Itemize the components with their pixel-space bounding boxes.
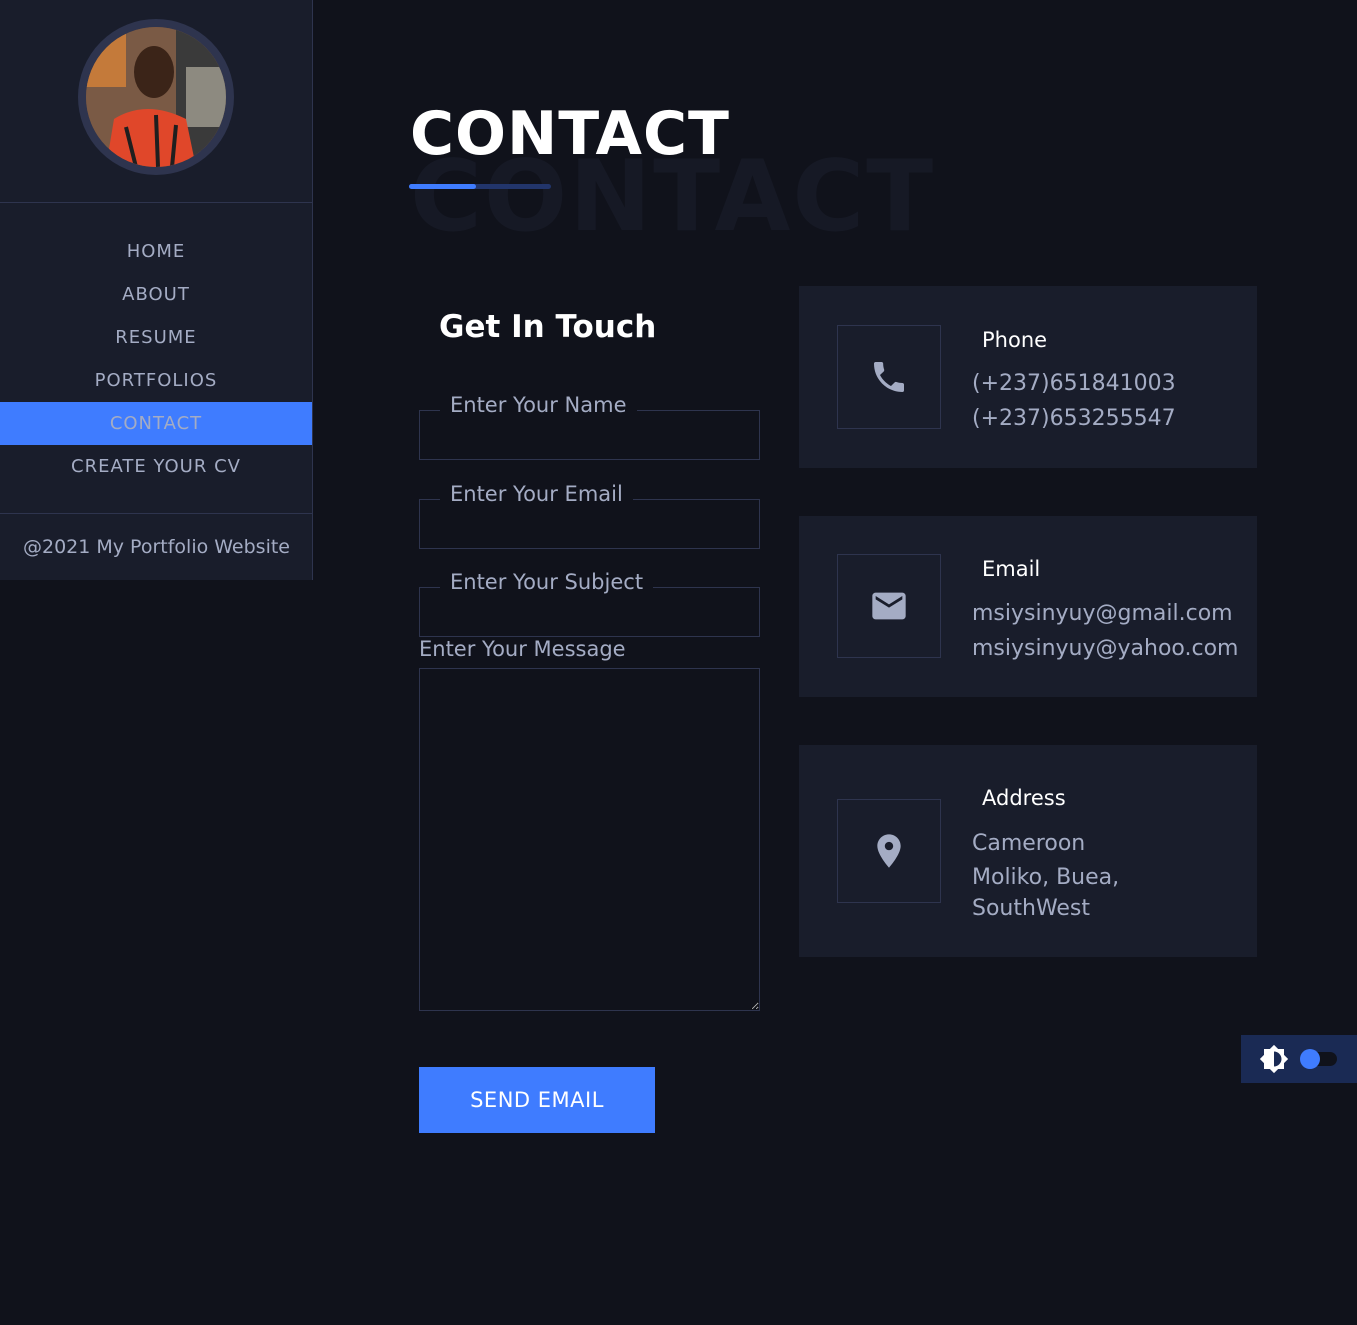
email-card: Email msiysinyuy@gmail.com msiysinyuy@ya… [799, 516, 1257, 697]
email-address[interactable]: msiysinyuy@yahoo.com [972, 636, 1238, 661]
address-card-title: Address [982, 786, 1066, 810]
subject-field[interactable]: Enter Your Subject [419, 570, 760, 637]
page-title: CONTACT [410, 99, 730, 169]
address-line: Cameroon [972, 831, 1086, 856]
phone-number: (+237)651841003 [972, 371, 1176, 396]
profile-header [0, 0, 312, 203]
email-field-label: Enter Your Email [440, 482, 633, 506]
address-line: Moliko, Buea, [972, 865, 1120, 890]
message-textarea[interactable] [419, 668, 760, 1011]
address-card: Address Cameroon Moliko, Buea, SouthWest [799, 745, 1257, 957]
address-line: SouthWest [972, 896, 1091, 921]
name-field-label: Enter Your Name [440, 393, 637, 417]
nav-item-resume[interactable]: Resume [0, 316, 312, 359]
nav-item-create-cv[interactable]: Create Your CV [0, 445, 312, 488]
send-email-button[interactable]: SEND EMAIL [419, 1067, 655, 1133]
subject-input[interactable] [420, 588, 759, 636]
phone-icon [837, 325, 941, 429]
message-field-label: Enter Your Message [419, 637, 626, 661]
title-underline-accent [409, 184, 476, 189]
subject-field-label: Enter Your Subject [440, 570, 654, 594]
form-heading: Get In Touch [439, 309, 657, 345]
map-pin-icon [837, 799, 941, 903]
phone-card: Phone (+237)651841003 (+237)653255547 [799, 286, 1257, 468]
contact-section: CONTACT CONTACT Get In Touch Enter Your … [313, 0, 1357, 1325]
name-field[interactable]: Enter Your Name [419, 393, 760, 460]
email-address[interactable]: msiysinyuy@gmail.com [972, 601, 1233, 626]
theme-toggle[interactable] [1241, 1035, 1357, 1083]
avatar [78, 19, 234, 175]
brightness-icon [1259, 1044, 1289, 1074]
email-input[interactable] [420, 500, 759, 548]
name-input[interactable] [420, 411, 759, 459]
main-nav: Home About Resume Portfolios Contact Cre… [0, 230, 312, 488]
nav-item-contact[interactable]: Contact [0, 402, 312, 445]
phone-number: (+237)653255547 [972, 406, 1176, 431]
nav-item-portfolios[interactable]: Portfolios [0, 359, 312, 402]
email-field[interactable]: Enter Your Email [419, 482, 760, 549]
nav-item-about[interactable]: About [0, 273, 312, 316]
toggle-knob[interactable] [1300, 1049, 1320, 1069]
nav-item-home[interactable]: Home [0, 230, 312, 273]
email-card-title: Email [982, 557, 1041, 581]
phone-card-title: Phone [982, 328, 1048, 352]
copyright-text: @2021 My Portfolio Website [0, 513, 313, 580]
envelope-icon [837, 554, 941, 658]
sidebar: Home About Resume Portfolios Contact Cre… [0, 0, 313, 580]
